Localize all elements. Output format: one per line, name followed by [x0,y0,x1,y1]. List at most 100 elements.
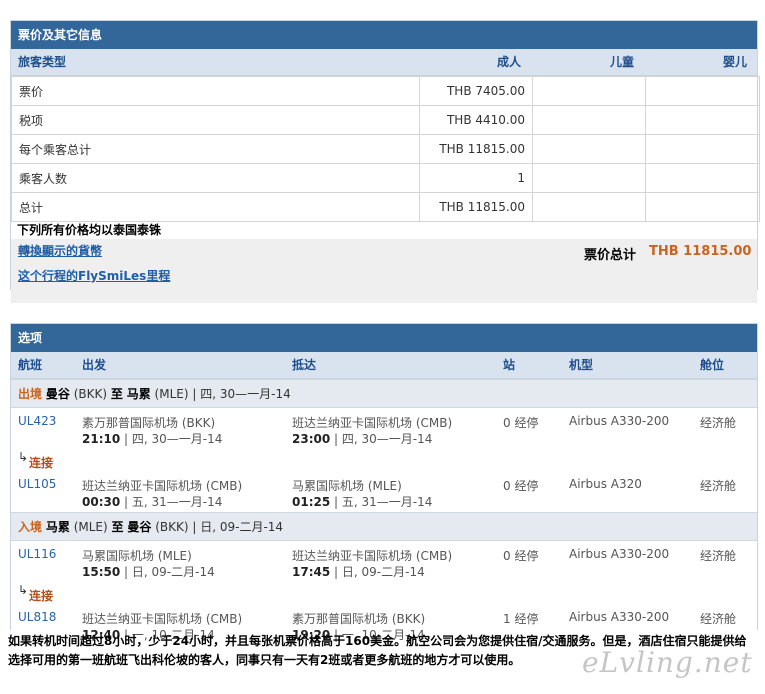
currency-note: 下列所有价格均以泰国泰铢 [11,222,757,239]
fare-row-label: 乘客人数 [11,163,420,193]
segment-header-inbound: 入境 马累 (MLE) 至 曼谷 (BKK) | 日, 09-二月-14 [11,512,757,541]
departure-time: 15:50 | 日, 09-二月-14 [82,565,215,579]
segment-to-word: 至 [110,387,123,401]
fare-row: 总计 THB 11815.00 [11,192,760,222]
departure-time: 00:30 | 五, 31—一月-14 [82,495,223,509]
options-panel: 选项 航班 出发 抵达 站 机型 舱位 出境 曼谷 (BKK) 至 马累 (ML… [10,323,758,645]
col-arrive: 抵达 [292,358,317,372]
flight-number[interactable]: UL423 [18,414,56,428]
flight-number[interactable]: UL105 [18,477,56,491]
segment-to: 曼谷 [127,520,152,534]
fare-info-panel: 票价及其它信息 旅客类型 成人 儿童 婴儿 票价 THB 7405.00 税项 … [10,20,760,303]
fare-row-child [532,192,646,222]
arrival-time: 23:00 | 四, 30—一月-14 [292,432,433,446]
departure-airport: 班达兰纳亚卡国际机场 (CMB) [82,479,243,493]
fare-row-child [532,105,646,135]
flight-row[interactable]: UL116 马累国际机场 (MLE) 15:50 | 日, 09-二月-14 班… [11,541,757,582]
connection-row: ↳ 连接 [11,582,757,604]
fare-row-label: 税项 [11,105,420,135]
arrival-time: 17:45 | 日, 09-二月-14 [292,565,425,579]
connection-label: 连接 [29,456,54,470]
fare-row-infant [645,192,760,222]
col-infant: 婴儿 [723,55,748,69]
segment-date: | 日, 09-二月-14 [192,520,284,534]
fare-total-value: THB 11815.00 [649,244,752,259]
fare-row-infant [645,76,760,106]
segment-from: 马累 [45,520,70,534]
fare-row-label: 总计 [11,192,420,222]
stops-count: 0 经停 [503,416,539,430]
arrival-time: 01:25 | 五, 31—一月-14 [292,495,433,509]
flysmiles-miles-link[interactable]: 这个行程的FlySmiLes里程 [18,267,170,284]
fare-panel-title: 票价及其它信息 [11,21,757,49]
fare-row-adult: THB 11815.00 [419,134,533,164]
fare-row-infant [645,105,760,135]
fare-row-child [532,134,646,164]
col-cabin: 舱位 [700,358,725,372]
fare-row-adult: THB 11815.00 [419,192,533,222]
fare-row-infant [645,163,760,193]
connection-row: ↳ 连接 [11,449,757,471]
col-flight: 航班 [18,358,43,372]
fare-total-label: 票价总计 [584,248,637,263]
cabin-class: 经济舱 [700,416,737,430]
departure-airport: 班达兰纳亚卡国际机场 (CMB) [82,612,243,626]
fare-row-adult: 1 [419,163,533,193]
flight-number[interactable]: UL818 [18,610,56,624]
arrival-airport: 素万那普国际机场 (BKK) [292,612,426,626]
fare-row-child [532,163,646,193]
fare-row: 每个乘客总计 THB 11815.00 [11,134,760,164]
fare-row-adult: THB 7405.00 [419,76,533,106]
departure-airport: 素万那普国际机场 (BKK) [82,416,216,430]
segment-to-code: (MLE) [154,387,189,401]
connection-arrow-icon: ↳ [18,583,29,597]
cabin-class: 经济舱 [700,612,737,626]
fare-row: 税项 THB 4410.00 [11,105,760,135]
col-aircraft: 机型 [569,358,594,372]
segment-direction: 出境 [18,387,43,401]
segment-to-word: 至 [111,520,124,534]
fare-table: 票价 THB 7405.00 税项 THB 4410.00 每个乘客总计 THB… [11,76,760,222]
connection-label: 连接 [29,589,54,603]
segment-direction: 入境 [18,520,43,534]
segment-header-outbound: 出境 曼谷 (BKK) 至 马累 (MLE) | 四, 30—一月-14 [11,379,757,408]
segment-date: | 四, 30—一月-14 [192,387,291,401]
site-watermark: eLvling.net [582,646,753,679]
aircraft-type: Airbus A330-200 [569,610,670,624]
col-adult: 成人 [497,55,522,69]
aircraft-type: Airbus A330-200 [569,414,670,428]
connection-arrow-icon: ↳ [18,450,29,464]
fare-row-child [532,76,646,106]
aircraft-type: Airbus A330-200 [569,547,670,561]
col-depart: 出发 [82,358,107,372]
arrival-airport: 班达兰纳亚卡国际机场 (CMB) [292,416,453,430]
segment-to: 马累 [126,387,151,401]
arrival-airport: 班达兰纳亚卡国际机场 (CMB) [292,549,453,563]
arrival-airport: 马累国际机场 (MLE) [292,479,402,493]
fare-footer: 轉換顯示的貨幣 这个行程的FlySmiLes里程 票价总计 THB 11815.… [11,239,757,303]
fare-row-label: 票价 [11,76,420,106]
cabin-class: 经济舱 [700,549,737,563]
col-child: 儿童 [610,55,635,69]
departure-time: 21:10 | 四, 30—一月-14 [82,432,223,446]
col-passenger-type: 旅客类型 [18,55,67,69]
fare-row-adult: THB 4410.00 [419,105,533,135]
options-panel-title: 选项 [11,324,757,352]
segment-from-code: (BKK) [73,387,108,401]
segment-from: 曼谷 [45,387,70,401]
stops-count: 0 经停 [503,479,539,493]
convert-currency-link[interactable]: 轉換顯示的貨幣 [18,242,102,259]
fare-row: 票价 THB 7405.00 [11,76,760,106]
flight-number[interactable]: UL116 [18,547,56,561]
fare-column-header: 旅客类型 成人 儿童 婴儿 [11,49,757,76]
aircraft-type: Airbus A320 [569,477,642,491]
fare-row-infant [645,134,760,164]
flight-row[interactable]: UL105 班达兰纳亚卡国际机场 (CMB) 00:30 | 五, 31—一月-… [11,471,757,512]
cabin-class: 经济舱 [700,479,737,493]
col-stops: 站 [503,358,516,372]
stops-count: 0 经停 [503,549,539,563]
flight-row[interactable]: UL423 素万那普国际机场 (BKK) 21:10 | 四, 30—一月-14… [11,408,757,449]
stops-count[interactable]: 1 经停 [503,610,538,627]
departure-airport: 马累国际机场 (MLE) [82,549,192,563]
segment-to-code: (BKK) [155,520,189,534]
